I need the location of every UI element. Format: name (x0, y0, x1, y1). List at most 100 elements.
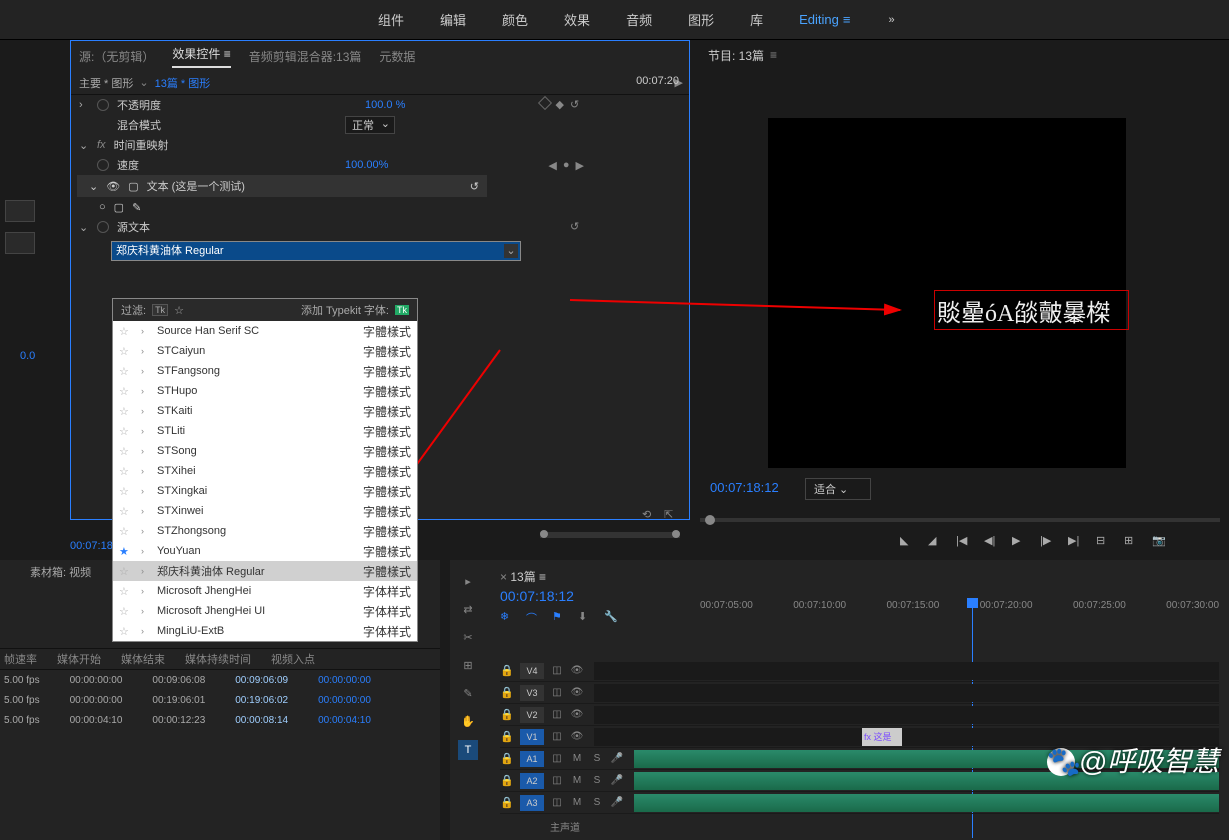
s-button[interactable]: S (590, 753, 604, 764)
settings-icon[interactable]: 🔧 (604, 610, 618, 624)
font-item[interactable]: ☆›STHupo字體樣式 (113, 381, 417, 401)
next-keyframe-icon[interactable]: ▶ (576, 159, 584, 172)
program-scrubber[interactable] (700, 518, 1220, 522)
tab-source[interactable]: 源:（无剪辑） (79, 48, 154, 65)
sequence-tab[interactable]: 13篇 (510, 570, 535, 584)
clip[interactable]: fx 这是 (862, 728, 902, 746)
star-icon[interactable]: ☆ (119, 505, 133, 518)
m-button[interactable]: M (570, 753, 584, 764)
tool-button[interactable] (5, 232, 35, 254)
menu-bars-icon[interactable]: ≡ (770, 48, 777, 62)
menu-item[interactable]: 音频 (608, 10, 670, 29)
lock-icon[interactable]: 🔒 (500, 664, 514, 677)
ripple-tool-icon[interactable]: ⇄ (458, 600, 478, 620)
track-target[interactable]: V4 (520, 663, 544, 679)
slip-tool-icon[interactable]: ⊞ (458, 656, 478, 676)
mic-icon[interactable]: 🎤 (610, 753, 624, 764)
typekit-add-icon[interactable]: Tk (395, 305, 409, 315)
track-target[interactable]: V3 (520, 685, 544, 701)
mute-icon[interactable]: ◫ (550, 775, 564, 786)
zoom-icon[interactable]: ⟲ (642, 508, 656, 522)
track-target[interactable]: V2 (520, 707, 544, 723)
zoom-fit-select[interactable]: 适合 ⌄ (805, 478, 871, 500)
star-icon[interactable]: ☆ (119, 365, 133, 378)
star-icon[interactable]: ★ (119, 545, 133, 558)
type-tool-icon[interactable]: T (458, 740, 478, 760)
link-icon[interactable]: ⌒ (526, 610, 540, 624)
col-header[interactable]: 视频入点 (271, 651, 315, 667)
snap-icon[interactable]: ❄ (500, 610, 514, 624)
eye-icon[interactable]: 👁 (106, 180, 120, 193)
menu-item[interactable]: 图形 (670, 10, 732, 29)
lock-icon[interactable]: 🔒 (500, 686, 514, 699)
mute-icon[interactable]: ◫ (550, 709, 564, 720)
clip-link[interactable]: 13篇 * 图形 (155, 75, 211, 91)
s-button[interactable]: S (590, 775, 604, 786)
star-icon[interactable]: ☆ (119, 565, 133, 578)
eye-icon[interactable]: 👁 (570, 731, 584, 742)
go-out-icon[interactable]: ▶| (1068, 534, 1084, 550)
program-tab[interactable]: 节目: 13篇 (708, 47, 764, 64)
s-button[interactable]: S (590, 797, 604, 808)
track-lane[interactable] (634, 794, 1219, 812)
export-frame-icon[interactable]: 📷 (1152, 534, 1168, 550)
eye-icon[interactable]: 👁 (570, 709, 584, 720)
star-icon[interactable]: ☆ (119, 405, 133, 418)
stopwatch-icon[interactable] (97, 221, 109, 233)
tool-button[interactable] (5, 200, 35, 222)
time-ruler[interactable]: 00:07:05:0000:07:10:0000:07:15:0000:07:2… (700, 600, 1219, 620)
tab-effect-controls[interactable]: 效果控件 ≡ (172, 45, 230, 68)
col-header[interactable]: 帧速率 (4, 651, 37, 667)
font-item[interactable]: ☆›STXingkai字體樣式 (113, 481, 417, 501)
typekit-filter-icon[interactable]: Tk (152, 304, 168, 316)
video-track[interactable]: 🔒V3◫👁 (500, 682, 1219, 704)
star-icon[interactable]: ☆ (174, 304, 184, 317)
font-item[interactable]: ☆›STCaiyun字體樣式 (113, 341, 417, 361)
mic-icon[interactable]: 🎤 (610, 797, 624, 808)
rect-icon[interactable]: ▢ (114, 201, 124, 214)
marker-icon[interactable]: ⚑ (552, 610, 566, 624)
eye-icon[interactable]: 👁 (570, 687, 584, 698)
track-target[interactable]: V1 (520, 729, 544, 745)
star-icon[interactable]: ☆ (119, 325, 133, 338)
pen-icon[interactable]: ✎ (132, 201, 141, 214)
project-row[interactable]: 5.00 fps00:00:04:1000:00:12:2300:00:08:1… (0, 710, 440, 730)
star-icon[interactable]: ☆ (119, 465, 133, 478)
mute-icon[interactable]: ◫ (550, 731, 564, 742)
lock-icon[interactable]: 🔒 (500, 774, 514, 787)
track-lane[interactable] (594, 706, 1219, 724)
collapse-icon[interactable]: ⌄ (89, 180, 98, 193)
mask-icon[interactable]: ▢ (128, 180, 138, 193)
dropdown-icon[interactable]: ⌄ (504, 244, 518, 258)
reset-icon[interactable]: ↺ (570, 98, 584, 112)
mic-icon[interactable]: 🎤 (610, 775, 624, 786)
menu-item[interactable]: 颜色 (484, 10, 546, 29)
collapse-icon[interactable]: › (79, 99, 89, 111)
play-icon[interactable]: ▶ (1012, 534, 1028, 550)
font-family-input[interactable]: 郑庆科黄油体 Regular ⌄ (111, 241, 521, 261)
program-preview[interactable]: 賧曐óA燄皾曓榤 (768, 118, 1126, 468)
ellipse-icon[interactable]: ○ (99, 201, 106, 213)
font-item[interactable]: ☆›STFangsong字體樣式 (113, 361, 417, 381)
zoom-scrubber[interactable] (540, 532, 680, 538)
lift-icon[interactable]: ⊟ (1096, 534, 1112, 550)
font-item[interactable]: ☆›MingLiU-ExtB字体样式 (113, 621, 417, 641)
menu-item[interactable]: 效果 (546, 10, 608, 29)
overflow-icon[interactable]: » (888, 14, 894, 26)
star-icon[interactable]: ☆ (119, 525, 133, 538)
chevron-down-icon[interactable]: ⌄ (139, 76, 148, 89)
star-icon[interactable]: ☆ (119, 425, 133, 438)
col-header[interactable]: 媒体开始 (57, 651, 101, 667)
razor-tool-icon[interactable]: ✂ (458, 628, 478, 648)
blend-mode-select[interactable]: 正常 ⌄ (345, 116, 395, 134)
add-keyframe-icon[interactable]: ◆ (556, 98, 564, 112)
font-item[interactable]: ☆›Microsoft JhengHei字体样式 (113, 581, 417, 601)
project-tab[interactable]: 素材箱: 视频 (30, 564, 91, 580)
extract-icon[interactable]: ⊞ (1124, 534, 1140, 550)
wrench-icon[interactable]: ⬇ (578, 610, 592, 624)
menu-item[interactable]: 编辑 (422, 10, 484, 29)
font-item[interactable]: ☆›STKaiti字體樣式 (113, 401, 417, 421)
step-back-icon[interactable]: ◀| (984, 534, 1000, 550)
track-target[interactable]: A2 (520, 773, 544, 789)
property-value[interactable]: 100.00% (345, 159, 388, 171)
